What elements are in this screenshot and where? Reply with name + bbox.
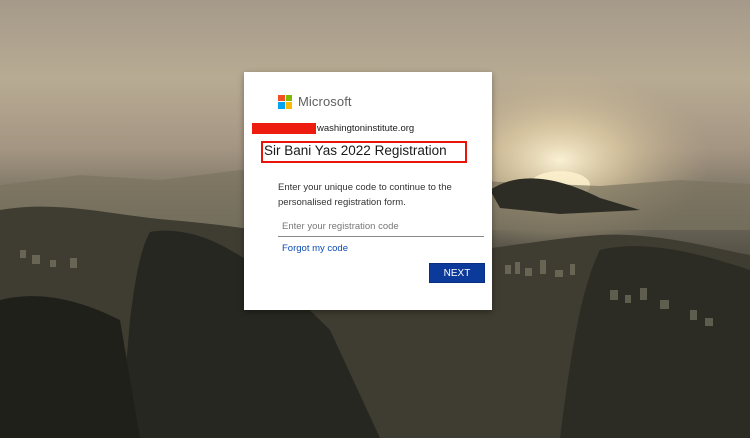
email-domain: washingtoninstitute.org (317, 122, 415, 134)
registration-code-input[interactable] (278, 217, 484, 237)
logo-square-red (278, 94, 285, 101)
next-button[interactable]: NEXT (429, 263, 485, 283)
logo-square-yellow (285, 102, 292, 109)
page-title: Sir Bani Yas 2022 Registration (264, 143, 447, 158)
form-description: Enter your unique code to continue to th… (278, 182, 452, 208)
forgot-code-link[interactable]: Forgot my code (282, 243, 348, 254)
microsoft-icon (278, 94, 292, 109)
login-card: Microsoft washingtoninstitute.org Sir Ba… (244, 72, 492, 310)
logo-square-green (285, 94, 292, 101)
email-redaction (252, 122, 316, 134)
microsoft-logo: Microsoft (278, 94, 352, 109)
account-email: washingtoninstitute.org (252, 122, 414, 134)
brand-name: Microsoft (298, 94, 352, 109)
logo-square-blue (278, 102, 285, 109)
